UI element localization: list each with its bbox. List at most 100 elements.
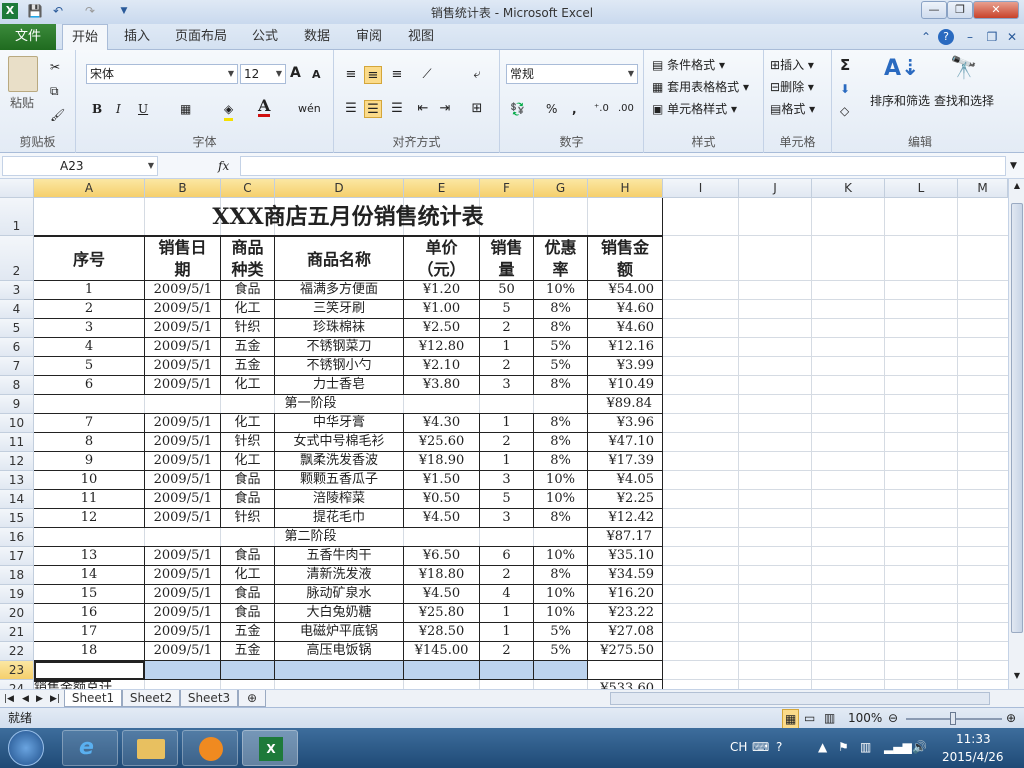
decrease-indent-icon[interactable]: ⇤	[414, 100, 432, 118]
table-cell-qty[interactable]: 2	[480, 433, 534, 452]
cell-styles-button[interactable]: ▣ 单元格样式 ▾	[652, 100, 737, 118]
row-header-22[interactable]: 22	[0, 642, 34, 661]
table-cell-name[interactable]: 电磁炉平底锅	[275, 623, 404, 642]
table-cell-empty[interactable]	[588, 661, 663, 680]
table-cell-cat[interactable]: 针织	[221, 433, 275, 452]
cut-icon[interactable]: ✂	[50, 58, 60, 76]
column-header-j[interactable]: J	[739, 179, 812, 198]
table-cell-qty[interactable]: 1	[480, 338, 534, 357]
flag-icon[interactable]: ⚑	[838, 738, 849, 756]
row-header-14[interactable]: 14	[0, 490, 34, 509]
paste-icon[interactable]	[8, 56, 38, 92]
table-cell-amt[interactable]: ¥2.25	[588, 490, 663, 509]
table-cell-cat[interactable]: 食品	[221, 490, 275, 509]
column-header-e[interactable]: E	[404, 179, 480, 198]
table-cell-cat[interactable]: 五金	[221, 642, 275, 661]
row-header-4[interactable]: 4	[0, 300, 34, 319]
table-cell-qty[interactable]: 1	[480, 604, 534, 623]
workbook-restore-icon[interactable]: ❐	[984, 29, 1000, 45]
scroll-up-icon[interactable]: ▲	[1011, 181, 1023, 195]
table-cell-qty[interactable]: 2	[480, 357, 534, 376]
table-cell-qty[interactable]: 3	[480, 376, 534, 395]
table-cell-cat[interactable]: 食品	[221, 547, 275, 566]
row-header-19[interactable]: 19	[0, 585, 34, 604]
page-break-view-icon[interactable]: ▥	[824, 709, 835, 727]
row-header-12[interactable]: 12	[0, 452, 34, 471]
table-cell-date[interactable]: 2009/5/1	[145, 319, 221, 338]
tab-data[interactable]: 数据	[294, 24, 340, 50]
currency-icon[interactable]: 💱	[510, 100, 525, 118]
minimize-ribbon-icon[interactable]: ⌃	[918, 29, 934, 45]
table-cell-seq[interactable]: 12	[34, 509, 145, 528]
align-middle-icon[interactable]: ≡	[364, 66, 382, 84]
table-cell-name[interactable]: 飘柔洗发香波	[275, 452, 404, 471]
table-cell-cat[interactable]: 化工	[221, 376, 275, 395]
table-cell-amt[interactable]: ¥3.99	[588, 357, 663, 376]
column-header-b[interactable]: B	[145, 179, 221, 198]
bold-button[interactable]: B	[92, 100, 102, 118]
insert-function-button[interactable]: fx	[218, 157, 229, 175]
table-cell-date[interactable]: 2009/5/1	[145, 338, 221, 357]
zoom-in-icon[interactable]: ⊕	[1006, 709, 1016, 727]
zoom-slider-thumb[interactable]	[950, 712, 956, 725]
horizontal-scrollbar[interactable]	[610, 692, 990, 705]
table-cell-price[interactable]: ¥18.80	[404, 566, 480, 585]
row-header-17[interactable]: 17	[0, 547, 34, 566]
table-cell-price[interactable]: ¥1.50	[404, 471, 480, 490]
row-header-24[interactable]: 24	[0, 680, 34, 689]
table-cell-amt[interactable]: ¥10.49	[588, 376, 663, 395]
table-cell-name[interactable]: 高压电饭锅	[275, 642, 404, 661]
table-cell-disc[interactable]: 8%	[534, 566, 588, 585]
table-cell-date[interactable]: 2009/5/1	[145, 300, 221, 319]
table-cell-seq[interactable]: 2	[34, 300, 145, 319]
align-top-icon[interactable]: ≡	[342, 66, 360, 84]
column-header-f[interactable]: F	[480, 179, 534, 198]
copy-icon[interactable]: ⧉	[50, 82, 59, 100]
network-icon[interactable]: ▥	[860, 738, 871, 756]
column-header-m[interactable]: M	[958, 179, 1008, 198]
format-as-table-button[interactable]: ▦ 套用表格格式 ▾	[652, 78, 749, 96]
sort-filter-button[interactable]: 排序和筛选	[870, 92, 930, 110]
row-header-6[interactable]: 6	[0, 338, 34, 357]
table-cell-disc[interactable]: 10%	[534, 547, 588, 566]
tab-review[interactable]: 审阅	[346, 24, 392, 50]
help-icon[interactable]: ?	[938, 29, 954, 45]
table-cell-cat[interactable]: 食品	[221, 604, 275, 623]
sheet-tab-2[interactable]: Sheet2	[122, 690, 180, 707]
column-header-l[interactable]: L	[885, 179, 958, 198]
table-cell-name[interactable]: 颗颗五香瓜子	[275, 471, 404, 490]
table-cell-amt[interactable]: ¥17.39	[588, 452, 663, 471]
shrink-font-button[interactable]: A	[312, 66, 321, 84]
table-cell-cat[interactable]: 五金	[221, 623, 275, 642]
find-select-button[interactable]: 查找和选择	[934, 92, 994, 110]
table-cell-price[interactable]: ¥12.80	[404, 338, 480, 357]
table-cell-disc[interactable]: 5%	[534, 642, 588, 661]
table-cell-price[interactable]: ¥0.50	[404, 490, 480, 509]
column-header-k[interactable]: K	[812, 179, 885, 198]
conditional-format-button[interactable]: ▤ 条件格式 ▾	[652, 56, 725, 74]
row-header-13[interactable]: 13	[0, 471, 34, 490]
expand-formula-bar-icon[interactable]: ▼	[1010, 157, 1017, 175]
table-cell-price[interactable]: ¥4.50	[404, 585, 480, 604]
table-cell-seq[interactable]: 10	[34, 471, 145, 490]
table-cell-price[interactable]: ¥4.50	[404, 509, 480, 528]
row-header-23[interactable]: 23	[0, 661, 34, 680]
table-cell-cat[interactable]: 化工	[221, 452, 275, 471]
table-cell-name[interactable]: 不锈钢菜刀	[275, 338, 404, 357]
row-header-3[interactable]: 3	[0, 281, 34, 300]
table-cell-date[interactable]: 2009/5/1	[145, 604, 221, 623]
ie-icon[interactable]: e	[62, 730, 118, 766]
scroll-down-icon[interactable]: ▼	[1011, 671, 1023, 685]
table-cell-empty[interactable]	[275, 661, 404, 680]
table-cell-empty[interactable]	[480, 661, 534, 680]
signal-icon[interactable]: ▂▄▆	[884, 738, 912, 756]
table-cell-amt[interactable]: ¥35.10	[588, 547, 663, 566]
table-cell-name[interactable]: 珍珠棉袜	[275, 319, 404, 338]
page-layout-view-icon[interactable]: ▭	[804, 709, 815, 727]
prev-sheet-icon[interactable]: ◀	[22, 690, 29, 708]
table-cell-disc[interactable]: 8%	[534, 509, 588, 528]
table-cell-name[interactable]: 涪陵榨菜	[275, 490, 404, 509]
table-cell-price[interactable]: ¥3.80	[404, 376, 480, 395]
minimize-button[interactable]: —	[921, 1, 947, 19]
decrease-decimal-icon[interactable]: .00	[618, 100, 634, 118]
